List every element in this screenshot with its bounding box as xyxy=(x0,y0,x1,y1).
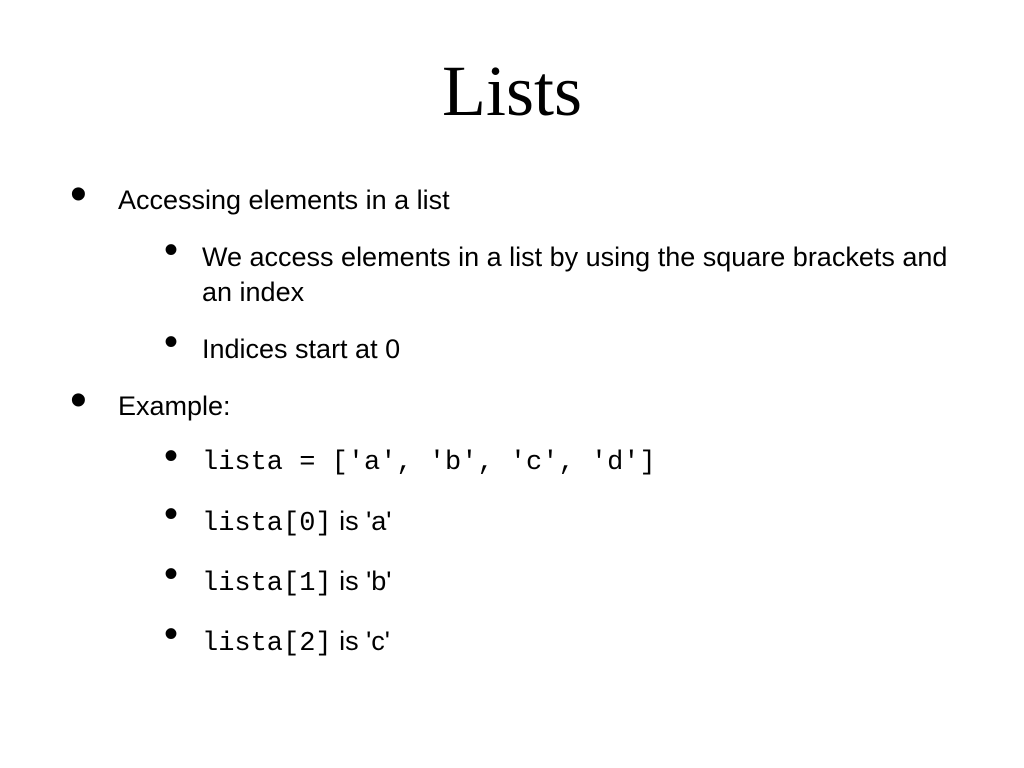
code-text: lista[2] xyxy=(202,629,332,659)
example-item: lista = ['a', 'b', 'c', 'd'] xyxy=(164,446,964,481)
code-text: lista = ['a', 'b', 'c', 'd'] xyxy=(202,448,656,478)
sub-bullet-text: We access elements in a list by using th… xyxy=(202,242,947,307)
plain-text: is 'c' xyxy=(332,626,390,656)
slide: Lists Accessing elements in a list We ac… xyxy=(0,0,1024,768)
plain-text: is 'a' xyxy=(332,506,392,536)
bullet-list-outer: Accessing elements in a list We access e… xyxy=(60,183,964,662)
sub-bullet-text: Indices start at 0 xyxy=(202,334,400,364)
bullet-list-inner: lista = ['a', 'b', 'c', 'd'] lista[0] is… xyxy=(118,446,964,661)
slide-title: Lists xyxy=(60,50,964,133)
bullet-accessing: Accessing elements in a list We access e… xyxy=(70,183,964,367)
bullet-text: Accessing elements in a list xyxy=(118,185,450,215)
bullet-list-inner: We access elements in a list by using th… xyxy=(118,240,964,367)
bullet-example: Example: lista = ['a', 'b', 'c', 'd'] li… xyxy=(70,389,964,661)
example-item: lista[0] is 'a' xyxy=(164,504,964,542)
sub-bullet: Indices start at 0 xyxy=(164,332,964,367)
bullet-text: Example: xyxy=(118,391,231,421)
code-text: lista[0] xyxy=(202,509,332,539)
plain-text: is 'b' xyxy=(332,566,392,596)
code-text: lista[1] xyxy=(202,569,332,599)
example-item: lista[2] is 'c' xyxy=(164,624,964,662)
sub-bullet: We access elements in a list by using th… xyxy=(164,240,964,310)
example-item: lista[1] is 'b' xyxy=(164,564,964,602)
